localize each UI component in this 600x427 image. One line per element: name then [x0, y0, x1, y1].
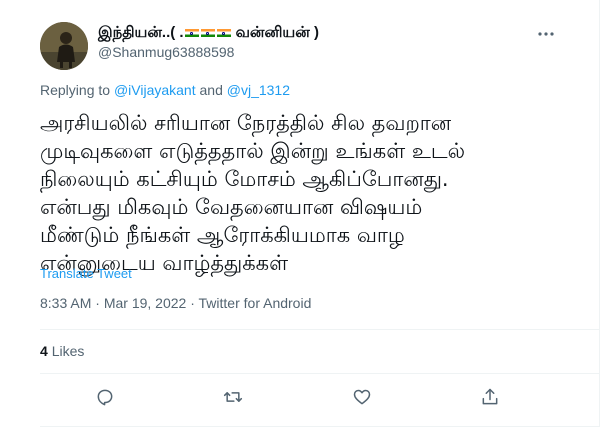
tweet-metadata: 8:33 AM · Mar 19, 2022 · Twitter for And…	[40, 295, 311, 311]
mention-link-ivijayakant[interactable]: @iVijayakant	[114, 82, 196, 98]
like-button[interactable]	[344, 379, 380, 415]
tweet-source[interactable]: Twitter for Android	[199, 295, 312, 311]
translate-tweet-link[interactable]: Translate Tweet	[40, 266, 132, 281]
more-icon	[538, 32, 554, 36]
tweet-time[interactable]: 8:33 AM	[40, 295, 91, 311]
india-flag-icon	[184, 29, 199, 37]
retweet-icon	[223, 392, 243, 402]
avatar-photo	[40, 22, 88, 70]
replying-to-line: Replying to @iVijayakant and @vj_1312	[40, 82, 290, 98]
tweet-date[interactable]: Mar 19, 2022	[104, 295, 187, 311]
likes-count-link[interactable]: 4 Likes	[40, 343, 84, 359]
reply-icon	[97, 389, 113, 406]
retweet-button[interactable]	[215, 379, 251, 415]
meta-separator: ·	[95, 295, 100, 311]
heart-icon	[353, 389, 371, 405]
likes-label: Likes	[51, 343, 85, 359]
author-block[interactable]: இந்தியன்..( . வன்னியன் ) @Shanmug6388859…	[98, 24, 319, 61]
more-options-button[interactable]	[534, 24, 558, 44]
mention-link-vj1312[interactable]: @vj_1312	[227, 82, 290, 98]
tweet-card: இந்தியன்..( . வன்னியன் ) @Shanmug6388859…	[0, 0, 600, 427]
author-display-name[interactable]: இந்தியன்..( . வன்னியன் )	[98, 24, 319, 42]
divider	[40, 373, 600, 374]
replying-conjunction: and	[199, 82, 223, 98]
india-flag-icon	[200, 29, 215, 37]
share-button[interactable]	[472, 379, 508, 415]
divider	[40, 329, 600, 330]
tweet-body-text: அரசியலில் சரியான நேரத்தில் சில தவறான முட…	[40, 111, 466, 275]
meta-separator: ·	[190, 295, 195, 311]
author-handle[interactable]: @Shanmug63888598	[98, 43, 319, 61]
avatar[interactable]	[40, 22, 88, 70]
tweet-action-bar	[40, 379, 570, 415]
reply-button[interactable]	[87, 379, 123, 415]
share-icon	[482, 388, 498, 405]
author-name-suffix: வன்னியன் )	[235, 24, 319, 41]
india-flag-icon	[216, 29, 231, 37]
likes-count: 4	[40, 343, 48, 359]
replying-to-label: Replying to	[40, 82, 111, 98]
author-name-prefix: இந்தியன்..( .	[98, 24, 184, 41]
